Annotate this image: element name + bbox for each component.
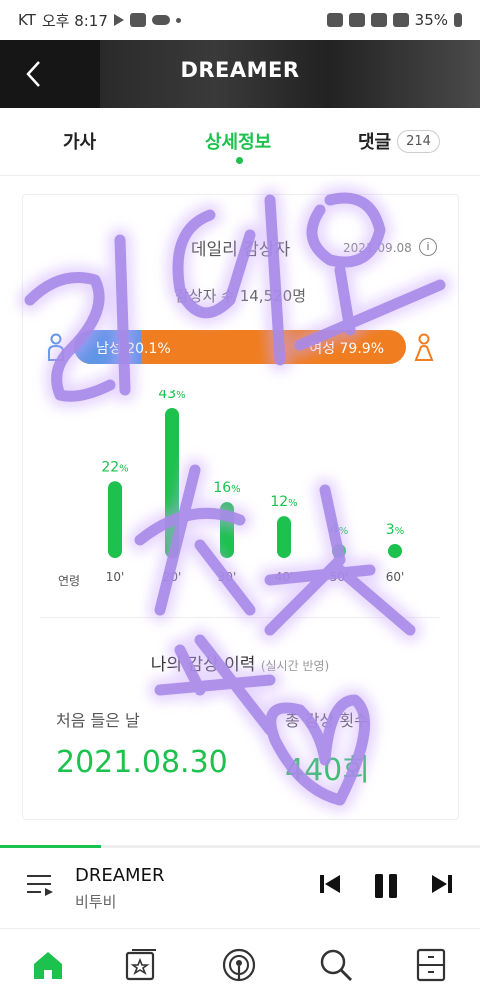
gender-ratio-bar: 남성 20.1% 여성 79.9% — [74, 330, 406, 364]
age-bar-value: 16% — [213, 480, 240, 496]
history-note: (실시간 반영) — [260, 659, 330, 673]
cloud-icon — [151, 15, 170, 25]
search-icon[interactable] — [318, 947, 354, 983]
female-ratio-label: 여성 79.9% — [309, 341, 384, 357]
age-category-label: 40' — [275, 570, 294, 584]
battery-level: 35% — [414, 11, 448, 29]
stats-date: 2021.09.08 — [343, 241, 412, 255]
age-category-label: 50' — [330, 570, 349, 584]
age-bar — [165, 408, 179, 558]
battery-icon — [454, 13, 462, 27]
age-category-label: 20' — [163, 570, 182, 584]
male-ratio-label: 남성 20.1% — [96, 341, 171, 357]
tab-bar: 가사 상세정보 댓글 214 — [0, 108, 480, 176]
status-bar: KT 오후 8:17 35% — [0, 0, 480, 40]
male-person-icon — [48, 333, 64, 361]
age-bar — [332, 544, 346, 558]
age-bar-value: 43% — [158, 390, 185, 402]
song-artist[interactable]: 비투비 — [75, 891, 116, 912]
pause-icon[interactable] — [372, 872, 400, 900]
active-tab-indicator — [236, 157, 243, 164]
alarm-icon — [326, 13, 343, 27]
status-right: 35% — [326, 11, 462, 29]
age-chart: 22% 10' 43% 20' 16% 30' 12% 40' 4% 50' 3% 60' 연령 — [22, 386, 459, 590]
history-title-text: 나의 감상 이력 — [150, 655, 256, 675]
playlist-icon[interactable] — [26, 872, 54, 898]
mini-player[interactable]: DREAMER 비투비 — [0, 848, 480, 928]
listener-count: 감상자 수 14,520명 — [174, 287, 307, 305]
age-bar — [108, 481, 122, 558]
age-bar-value: 12% — [270, 494, 297, 510]
song-title[interactable]: DREAMER — [75, 865, 164, 886]
first-listen-label: 처음 들은 날 — [56, 711, 140, 730]
tab-detail[interactable]: 상세정보 — [205, 128, 271, 154]
female-person-icon — [414, 333, 434, 361]
age-bar — [388, 544, 402, 558]
age-category-label: 30' — [218, 570, 237, 584]
previous-track-icon[interactable] — [318, 872, 342, 896]
next-track-icon[interactable] — [430, 872, 454, 896]
age-category-label: 60' — [386, 570, 405, 584]
total-plays-label: 총 감상 횟수 — [285, 711, 369, 730]
app-notification-icon — [129, 13, 146, 27]
clock: 오후 8:17 — [41, 11, 108, 30]
age-bar-value: 4% — [330, 522, 348, 538]
page-title: DREAMER — [180, 58, 300, 82]
age-bar-value: 22% — [101, 459, 128, 475]
info-icon[interactable]: i — [419, 238, 437, 256]
status-left: KT 오후 8:17 — [18, 10, 181, 31]
age-category-label: 10' — [106, 570, 125, 584]
age-bar — [220, 502, 234, 558]
first-listen-date: 2021.08.30 — [56, 745, 228, 780]
radio-icon[interactable] — [221, 947, 257, 983]
storage-icon[interactable] — [123, 947, 159, 983]
wifi-icon — [370, 13, 387, 27]
drawer-menu-icon[interactable] — [413, 947, 449, 983]
section-divider — [40, 617, 440, 618]
play-store-icon — [113, 14, 124, 26]
bottom-nav — [0, 928, 480, 1005]
history-title: 나의 감상 이력 (실시간 반영) — [0, 650, 480, 675]
more-notifications-icon — [175, 17, 181, 23]
mute-icon — [348, 13, 365, 27]
age-bar — [277, 516, 291, 558]
tab-comments-label: 댓글 — [358, 132, 392, 153]
home-icon[interactable] — [30, 947, 66, 983]
age-bar-chart: 22% 10' 43% 20' 16% 30' 12% 40' 4% 50' 3% 60' — [101, 386, 405, 584]
age-axis-label: 연령 — [58, 574, 81, 588]
tab-lyrics[interactable]: 가사 — [63, 128, 96, 154]
total-plays-count: 440회 — [285, 753, 370, 788]
age-bar-value: 3% — [386, 522, 404, 538]
header: DREAMER — [0, 40, 480, 108]
signal-icon — [392, 13, 409, 27]
carrier-label: KT — [18, 11, 36, 29]
tab-comments[interactable]: 댓글 214 — [358, 128, 440, 154]
comment-count-badge: 214 — [397, 129, 440, 153]
